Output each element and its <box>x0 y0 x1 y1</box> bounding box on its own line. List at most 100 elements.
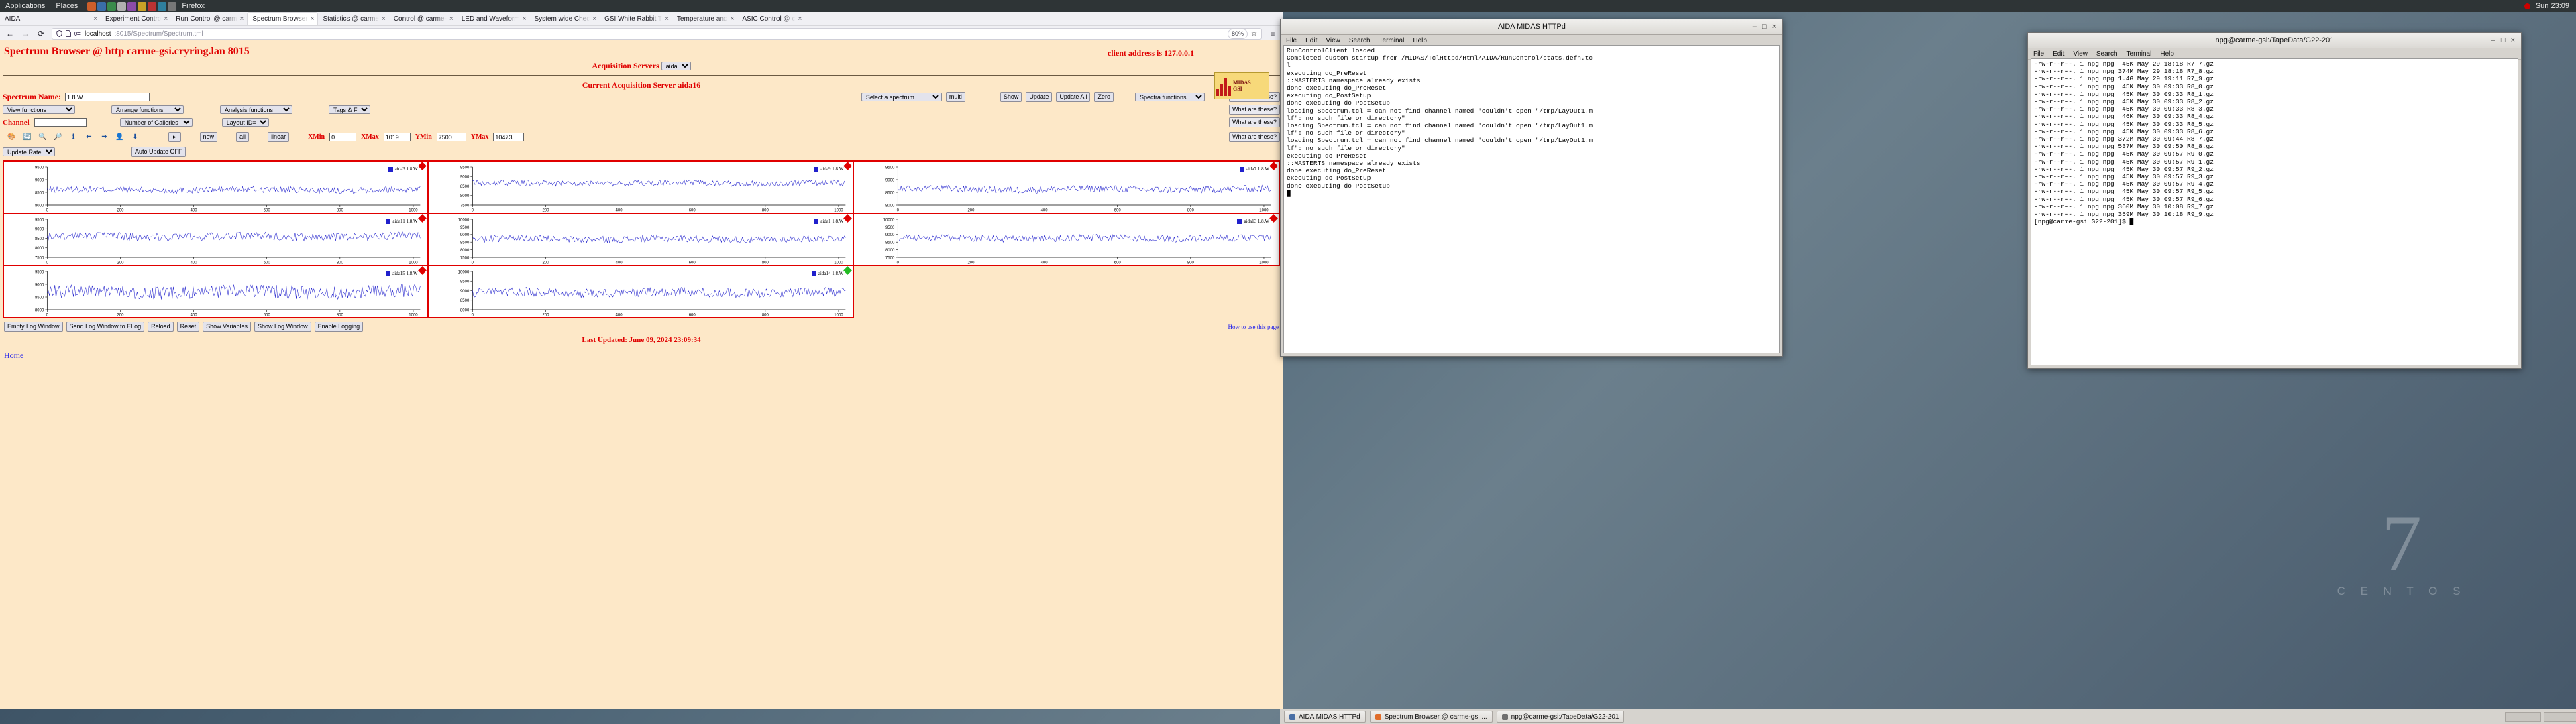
magnify-icon[interactable]: 🔍 <box>38 132 48 142</box>
menu-view[interactable]: View <box>2073 50 2088 58</box>
close-icon[interactable]: × <box>240 15 244 23</box>
minimize-icon[interactable]: – <box>2491 36 2496 44</box>
spectrum-panel[interactable]: 9500 9000 8500 8000 7500 0 200 400 600 800 1000 aid… <box>3 214 429 266</box>
auto-update-button[interactable]: Auto Update OFF <box>131 147 186 157</box>
right-arrow-icon[interactable]: ➡ <box>99 132 109 142</box>
back-icon[interactable]: ← <box>5 29 15 38</box>
npg-window-buttons[interactable]: – □ × <box>2491 36 2518 44</box>
browser-tab[interactable]: ASIC Control @ c × <box>737 13 805 25</box>
npg-title-bar[interactable]: npg@carme-gsi:/TapeData/G22-201 – □ × <box>2028 33 2521 48</box>
number-of-galleries-dropdown[interactable]: Number of Galleries <box>119 118 193 127</box>
launcher-icon-3[interactable] <box>107 1 117 11</box>
close-icon[interactable]: × <box>164 15 168 23</box>
linear-button[interactable]: linear <box>268 132 290 142</box>
browser-tab[interactable]: LED and Waveform × <box>457 13 530 25</box>
channel-input[interactable] <box>34 118 87 127</box>
workspace-1[interactable] <box>2505 711 2541 722</box>
close-icon[interactable]: × <box>382 15 386 23</box>
taskbar-item-midas[interactable]: AIDA MIDAS HTTPd <box>1284 711 1366 723</box>
info-icon[interactable]: ℹ <box>68 132 78 142</box>
spectrum-plot[interactable]: 9500 9000 8500 80000 200 400 600 800 1000 <box>4 162 427 214</box>
workspace-switcher[interactable] <box>2505 711 2576 722</box>
what-are-these-button-2[interactable]: What are these? <box>1228 105 1280 115</box>
browser-tab[interactable]: Control @ carme- × <box>389 13 457 25</box>
menu-search[interactable]: Search <box>1349 37 1371 44</box>
update-button[interactable]: Update <box>1026 92 1053 102</box>
panel-applications[interactable]: Applications <box>0 0 50 12</box>
left-arrow-icon[interactable]: ⬅ <box>84 132 94 142</box>
xmax-input[interactable] <box>383 133 411 141</box>
what-are-these-button-4[interactable]: What are these? <box>1228 132 1280 142</box>
search-icon[interactable]: 🔎 <box>53 132 63 142</box>
view-functions-dropdown[interactable]: View functions <box>3 105 75 114</box>
menu-edit[interactable]: Edit <box>1305 37 1317 44</box>
ymin-input[interactable] <box>436 133 466 141</box>
browser-tab[interactable]: AIDA × <box>0 13 101 25</box>
launcher-icon-6[interactable] <box>138 1 147 11</box>
spectrum-panel[interactable]: 10000 9500 9000 8500 8000 0 200 400 600 800 1000 ai… <box>428 266 855 318</box>
refresh-icon[interactable]: 🔄 <box>22 132 32 142</box>
close-icon[interactable]: × <box>1772 23 1776 31</box>
launcher-icon-7[interactable] <box>148 1 157 11</box>
spectrum-plot[interactable]: 10000 9500 9000 8500 80000 200 400 600 800 1000 <box>429 266 853 318</box>
panel-clock[interactable]: Sun 23:09 <box>2536 2 2569 10</box>
home-link[interactable]: Home <box>0 344 1283 367</box>
how-to-use-link[interactable]: How to use this page <box>1228 324 1279 330</box>
spectrum-plot[interactable]: 9500 9000 8500 80000 200 400 600 800 1000 <box>4 266 427 318</box>
close-icon[interactable]: × <box>311 15 315 23</box>
close-icon[interactable]: × <box>592 15 596 23</box>
tags-and-fits-dropdown[interactable]: Tags & Fits <box>329 105 370 114</box>
show-button[interactable]: Show <box>1000 92 1022 102</box>
reload-icon[interactable]: ⟳ <box>36 29 46 38</box>
taskbar-item-npg[interactable]: npg@carme-gsi:/TapeData/G22-201 <box>1496 711 1625 723</box>
spectrum-plot[interactable]: 10000 9500 9000 8500 8000 75000 200 400 600 800 10… <box>429 214 853 266</box>
update-all-button[interactable]: Update All <box>1056 92 1091 102</box>
panel-places[interactable]: Places <box>50 0 83 12</box>
new-button[interactable]: new <box>199 132 218 142</box>
close-icon[interactable]: × <box>93 15 97 23</box>
menu-terminal[interactable]: Terminal <box>2127 50 2152 58</box>
minimize-icon[interactable]: – <box>1753 23 1757 31</box>
close-icon[interactable]: × <box>798 15 802 23</box>
launcher-icon-4[interactable] <box>117 1 127 11</box>
send-log-to-elog-button[interactable]: Send Log Window to ELog <box>66 322 145 332</box>
close-icon[interactable]: × <box>665 15 669 23</box>
maximize-icon[interactable]: □ <box>2501 36 2506 44</box>
spectrum-panel[interactable]: 10000 9500 9000 8500 8000 7500 0 200 400 600 800 10… <box>428 214 855 266</box>
person-icon[interactable]: 👤 <box>115 132 125 142</box>
reader-icon[interactable] <box>74 31 81 36</box>
panel-status-area[interactable]: Sun 23:09 <box>2524 2 2576 10</box>
spectrum-panel[interactable]: 9500 9000 8500 8000 0 200 400 600 800 1000 aida3 1… <box>3 162 429 214</box>
multi-button[interactable]: multi <box>945 92 965 102</box>
close-icon[interactable]: × <box>523 15 527 23</box>
panel-active-app[interactable]: Firefox <box>176 0 210 12</box>
close-icon[interactable]: × <box>449 15 453 23</box>
analysis-functions-dropdown[interactable]: Analysis functions <box>220 105 292 114</box>
midas-title-bar[interactable]: AIDA MIDAS HTTPd – □ × <box>1281 19 1782 35</box>
close-icon[interactable]: × <box>731 15 735 23</box>
spectrum-plot[interactable]: 9500 9000 8500 8000 75000 200 400 600 800 1000 <box>429 162 853 214</box>
zoom-level-chip[interactable]: 80% <box>1228 28 1248 39</box>
launcher-icon-9[interactable] <box>168 1 177 11</box>
what-are-these-button-3[interactable]: What are these? <box>1228 117 1280 127</box>
taskbar-item-spectrum[interactable]: Spectrum Browser @ carme-gsi ... <box>1369 711 1493 723</box>
spectrum-panel[interactable]: 9500 9000 8500 8000 0 200 400 600 800 1000 aida7 1… <box>854 162 1280 214</box>
show-log-window-button[interactable]: Show Log Window <box>254 322 311 332</box>
menu-file[interactable]: File <box>2033 50 2044 58</box>
npg-console-output[interactable]: -rw-r--r--. 1 npg npg 45K May 29 18:18 R… <box>2031 58 2518 365</box>
forward-icon[interactable]: → <box>21 29 30 38</box>
hamburger-menu-icon[interactable]: ≡ <box>1268 29 1277 38</box>
empty-log-window-button[interactable]: Empty Log Window <box>4 322 63 332</box>
midas-console-output[interactable]: RunControlClient loaded Completed custom… <box>1283 45 1780 353</box>
menu-help[interactable]: Help <box>2160 50 2174 58</box>
spectrum-panel[interactable]: 9500 9000 8500 8000 0 200 400 600 800 1000 aida15 … <box>3 266 429 318</box>
launcher-icon-2[interactable] <box>97 1 107 11</box>
bookmark-star-icon[interactable]: ☆ <box>1251 30 1257 38</box>
browser-tab[interactable]: Temperature and × <box>672 13 737 25</box>
menu-terminal[interactable]: Terminal <box>1379 37 1405 44</box>
browser-tab[interactable]: Run Control @ carm × <box>171 13 247 25</box>
download-icon[interactable]: ⬇ <box>130 132 140 142</box>
menu-file[interactable]: File <box>1286 37 1297 44</box>
ymax-input[interactable] <box>493 133 525 141</box>
reset-button[interactable]: Reset <box>176 322 200 332</box>
